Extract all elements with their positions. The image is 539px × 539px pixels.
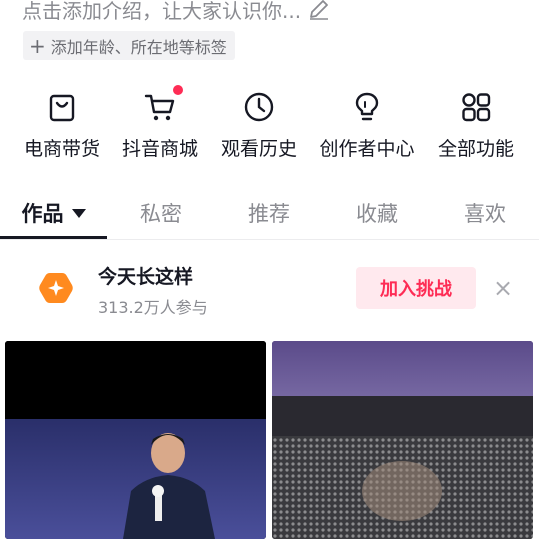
shortcut-history[interactable]: 观看历史 <box>204 82 314 172</box>
tab-private[interactable]: 私密 <box>107 188 215 238</box>
shortcut-mall[interactable]: 抖音商城 <box>105 82 215 172</box>
shortcut-label: 全部功能 <box>437 138 514 160</box>
shortcut-label: 抖音商城 <box>121 138 198 160</box>
profile-tabs: 作品 私密 推荐 收藏 喜欢 <box>0 188 539 240</box>
active-tab-indicator <box>0 236 107 239</box>
challenge-star-icon <box>39 273 73 303</box>
tab-recommend[interactable]: 推荐 <box>215 188 323 238</box>
join-challenge-button[interactable]: 加入挑战 <box>356 267 476 309</box>
video-thumbnail[interactable] <box>272 341 533 539</box>
shortcut-row: 电商带货 抖音商城 观看历史 创作者中心 全部功能 <box>0 82 539 172</box>
tab-works[interactable]: 作品 <box>0 188 107 238</box>
grid-icon <box>462 93 491 122</box>
challenge-participants: 313.2万人参与 <box>98 298 208 317</box>
shortcut-all-features[interactable]: 全部功能 <box>421 82 531 172</box>
notification-dot <box>173 85 183 95</box>
tab-label: 收藏 <box>356 202 398 226</box>
shortcut-label: 创作者中心 <box>319 138 415 160</box>
video-preview-image <box>5 341 266 539</box>
intro-text: 点击添加介绍，让大家认识你... <box>22 0 302 23</box>
lightbulb-icon <box>355 92 379 121</box>
shortcut-ecommerce[interactable]: 电商带货 <box>7 82 117 172</box>
edit-pencil-icon[interactable] <box>307 0 331 21</box>
tab-label: 喜欢 <box>464 202 506 226</box>
tab-label: 作品 <box>21 202 64 226</box>
caret-down-icon <box>71 208 86 218</box>
shopping-bag-icon <box>49 94 75 122</box>
add-tags-chip[interactable]: + 添加年龄、所在地等标签 <box>23 31 235 60</box>
challenge-banner[interactable]: 今天长这样 313.2万人参与 加入挑战 × <box>0 252 539 328</box>
tab-favorites[interactable]: 收藏 <box>323 188 431 238</box>
plus-icon: + <box>29 33 46 58</box>
close-icon[interactable]: × <box>492 274 514 302</box>
clock-icon <box>244 92 274 122</box>
video-preview-image <box>272 341 533 539</box>
tag-chip-label: 添加年龄、所在地等标签 <box>50 37 227 57</box>
challenge-title: 今天长这样 <box>98 266 194 288</box>
shortcut-creator-center[interactable]: 创作者中心 <box>312 82 422 172</box>
shortcut-label: 电商带货 <box>23 138 100 160</box>
shopping-cart-icon <box>144 94 175 121</box>
tab-label: 私密 <box>140 202 182 226</box>
video-thumbnail[interactable] <box>5 341 266 539</box>
shortcut-label: 观看历史 <box>220 138 297 160</box>
tab-likes[interactable]: 喜欢 <box>431 188 539 238</box>
tab-label: 推荐 <box>248 202 290 226</box>
profile-intro[interactable]: 点击添加介绍，让大家认识你... <box>22 0 331 24</box>
